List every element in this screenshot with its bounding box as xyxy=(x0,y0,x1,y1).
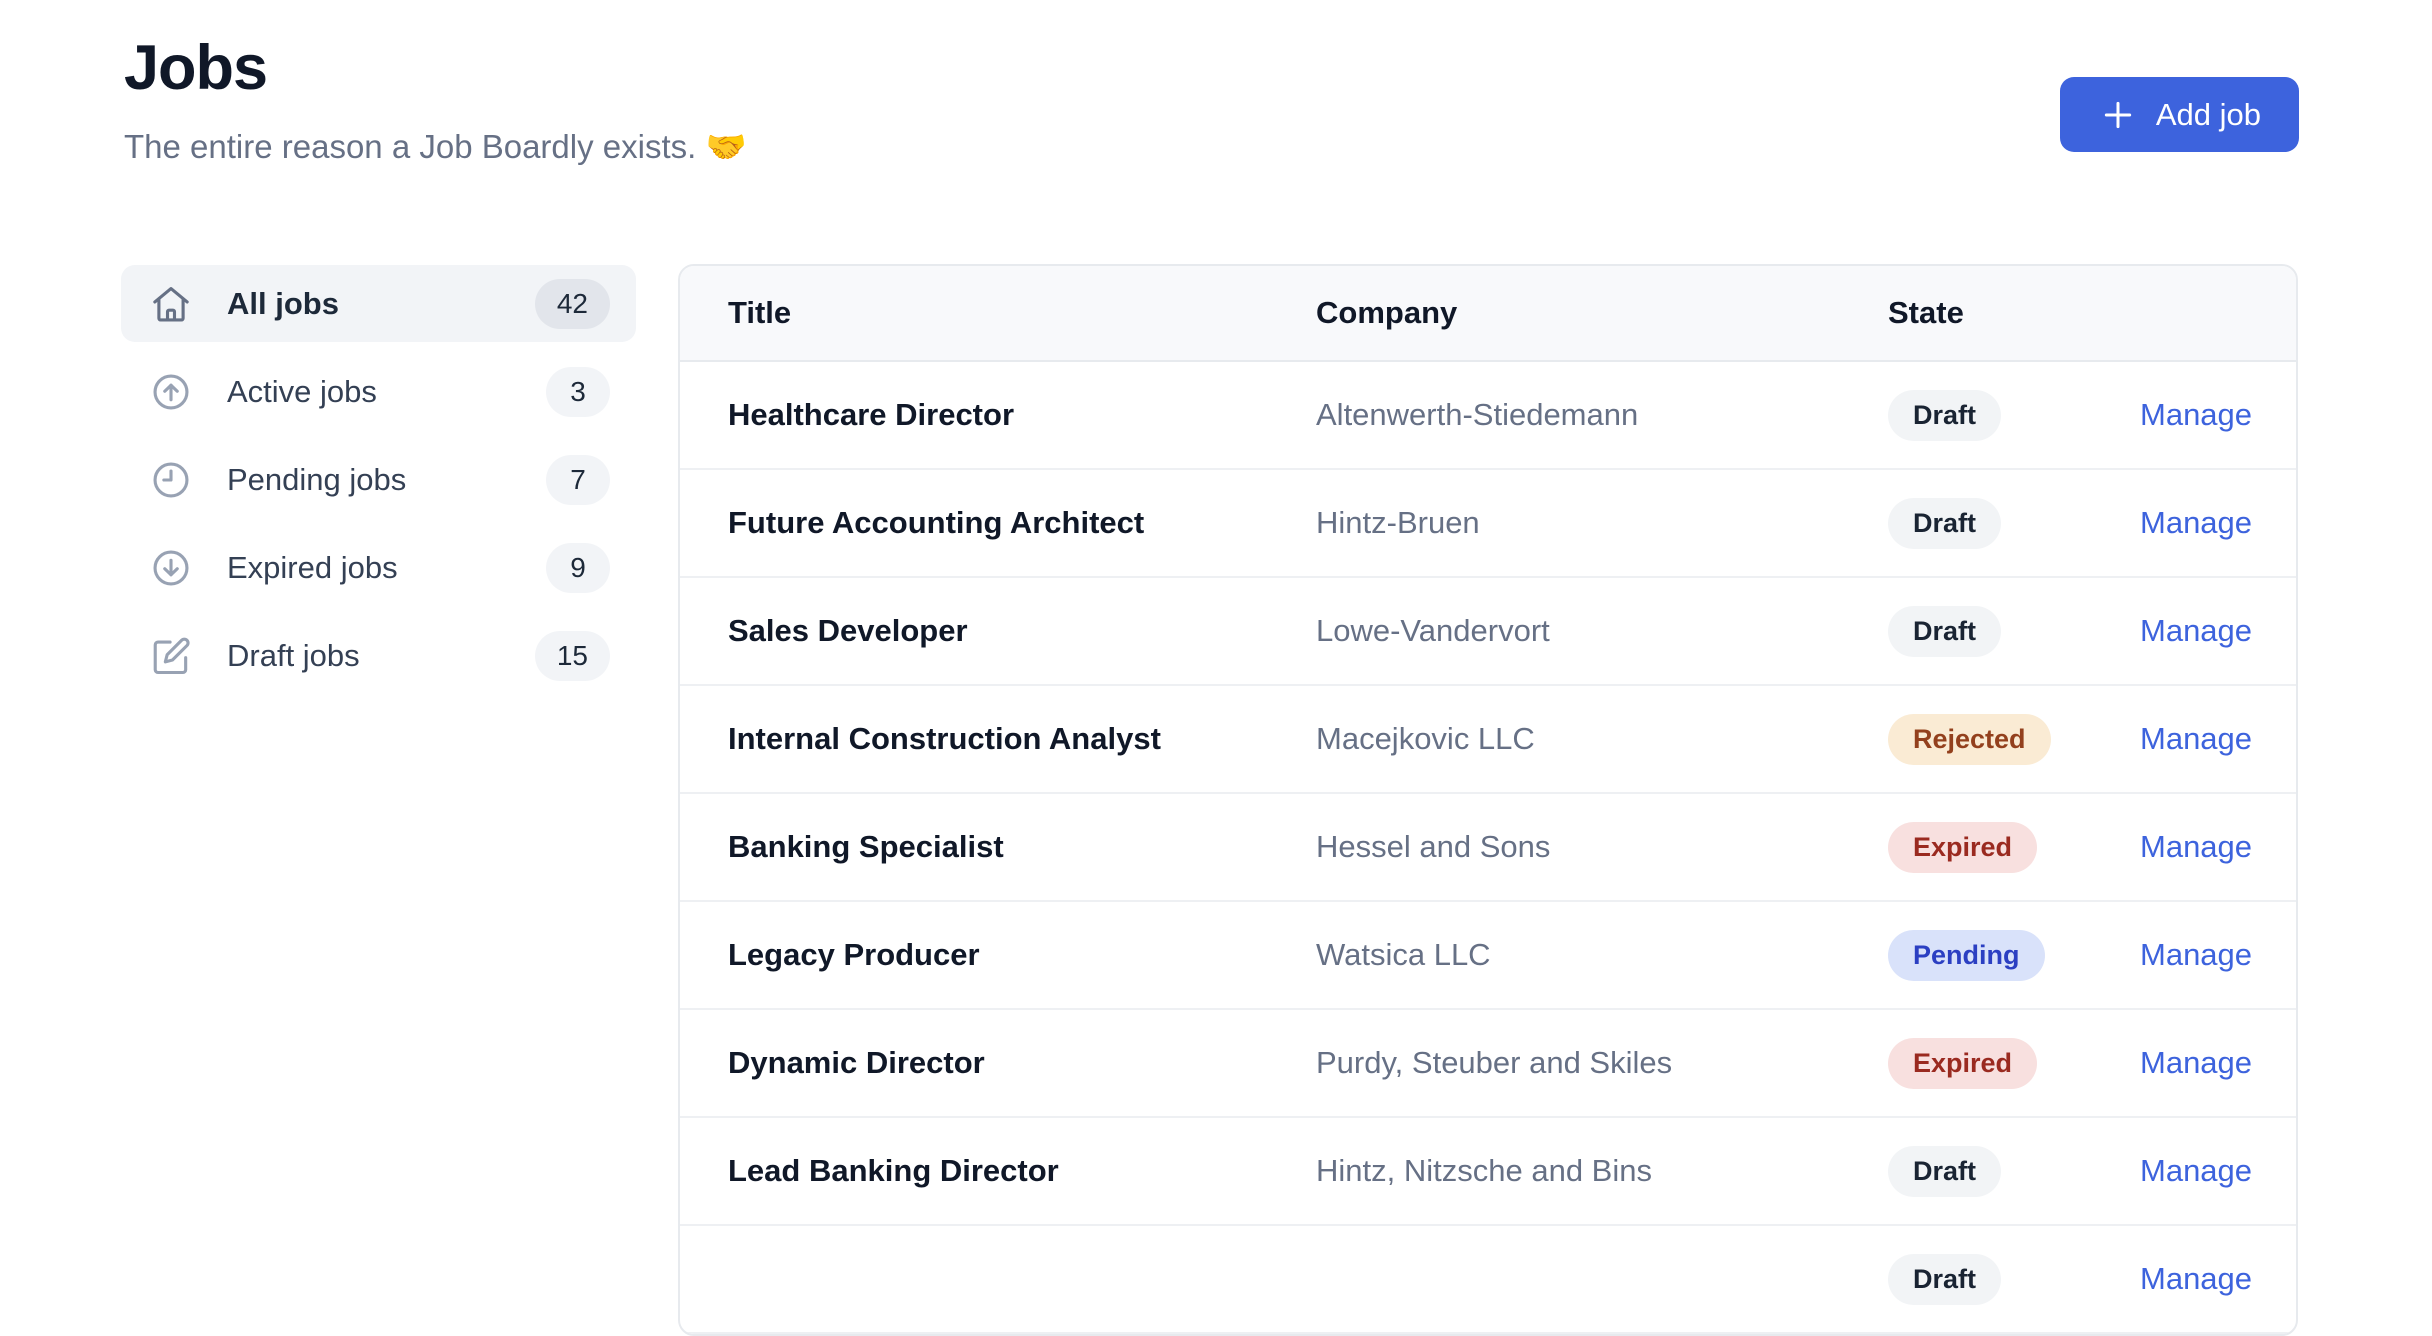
manage-link[interactable]: Manage xyxy=(2140,613,2252,648)
company-name: Hintz-Bruen xyxy=(1316,505,1888,541)
arrow-up-circle-icon xyxy=(147,368,195,416)
table-row: Lead Banking Director Hintz, Nitzsche an… xyxy=(680,1118,2296,1226)
page-header: Jobs The entire reason a Job Boardly exi… xyxy=(124,32,747,167)
manage-link[interactable]: Manage xyxy=(2140,1261,2252,1296)
column-header-company: Company xyxy=(1316,295,1888,331)
sidebar-item-label: Expired jobs xyxy=(227,550,546,586)
sidebar-item-pending-jobs[interactable]: Pending jobs 7 xyxy=(121,441,636,518)
manage-link[interactable]: Manage xyxy=(2140,505,2252,540)
job-title: Healthcare Director xyxy=(728,397,1316,433)
table-header-row: Title Company State xyxy=(680,266,2296,362)
jobs-filter-sidebar: All jobs 42 Active jobs 3 Pending jobs 7… xyxy=(121,265,636,694)
table-row: Future Accounting Architect Hintz-Bruen … xyxy=(680,470,2296,578)
sidebar-item-count-badge: 15 xyxy=(535,631,610,681)
manage-link[interactable]: Manage xyxy=(2140,829,2252,864)
table-row: Banking Specialist Hessel and Sons Expir… xyxy=(680,794,2296,902)
sidebar-item-label: Pending jobs xyxy=(227,462,546,498)
company-name: Watsica LLC xyxy=(1316,937,1888,973)
state-badge: Pending xyxy=(1888,930,2045,981)
job-title: Internal Construction Analyst xyxy=(728,721,1316,757)
state-badge: Expired xyxy=(1888,822,2037,873)
arrow-down-circle-icon xyxy=(147,544,195,592)
state-badge: Draft xyxy=(1888,1254,2001,1305)
job-title: Lead Banking Director xyxy=(728,1153,1316,1189)
sidebar-item-count-badge: 42 xyxy=(535,279,610,329)
sidebar-item-label: Draft jobs xyxy=(227,638,535,674)
table-row: Healthcare Director Altenwerth-Stiedeman… xyxy=(680,362,2296,470)
table-row: Draft Manage xyxy=(680,1226,2296,1334)
manage-link[interactable]: Manage xyxy=(2140,1153,2252,1188)
company-name: Lowe-Vandervort xyxy=(1316,613,1888,649)
sidebar-item-count-badge: 7 xyxy=(546,455,610,505)
state-badge: Draft xyxy=(1888,606,2001,657)
manage-link[interactable]: Manage xyxy=(2140,721,2252,756)
table-body: Healthcare Director Altenwerth-Stiedeman… xyxy=(680,362,2296,1334)
table-row: Legacy Producer Watsica LLC Pending Mana… xyxy=(680,902,2296,1010)
clock-icon xyxy=(147,456,195,504)
state-badge: Draft xyxy=(1888,390,2001,441)
sidebar-item-count-badge: 3 xyxy=(546,367,610,417)
job-title: Sales Developer xyxy=(728,613,1316,649)
page-subtitle: The entire reason a Job Boardly exists. … xyxy=(124,128,747,167)
jobs-table: Title Company State Healthcare Director … xyxy=(678,264,2298,1336)
company-name: Hessel and Sons xyxy=(1316,829,1888,865)
plus-icon xyxy=(2098,95,2138,135)
pencil-square-icon xyxy=(147,632,195,680)
sidebar-item-count-badge: 9 xyxy=(546,543,610,593)
state-badge: Rejected xyxy=(1888,714,2051,765)
state-badge: Draft xyxy=(1888,498,2001,549)
company-name: Purdy, Steuber and Skiles xyxy=(1316,1045,1888,1081)
table-row: Sales Developer Lowe-Vandervort Draft Ma… xyxy=(680,578,2296,686)
sidebar-item-label: All jobs xyxy=(227,286,535,322)
sidebar-item-label: Active jobs xyxy=(227,374,546,410)
sidebar-item-expired-jobs[interactable]: Expired jobs 9 xyxy=(121,529,636,606)
sidebar-item-active-jobs[interactable]: Active jobs 3 xyxy=(121,353,636,430)
table-row: Internal Construction Analyst Macejkovic… xyxy=(680,686,2296,794)
manage-link[interactable]: Manage xyxy=(2140,397,2252,432)
add-job-button-label: Add job xyxy=(2156,97,2261,133)
job-title: Legacy Producer xyxy=(728,937,1316,973)
sidebar-item-draft-jobs[interactable]: Draft jobs 15 xyxy=(121,617,636,694)
column-header-title: Title xyxy=(728,295,1316,331)
manage-link[interactable]: Manage xyxy=(2140,1045,2252,1080)
job-title: Banking Specialist xyxy=(728,829,1316,865)
company-name: Hintz, Nitzsche and Bins xyxy=(1316,1153,1888,1189)
sidebar-item-all-jobs[interactable]: All jobs 42 xyxy=(121,265,636,342)
company-name: Altenwerth-Stiedemann xyxy=(1316,397,1888,433)
column-header-state: State xyxy=(1888,295,2140,331)
table-row: Dynamic Director Purdy, Steuber and Skil… xyxy=(680,1010,2296,1118)
add-job-button[interactable]: Add job xyxy=(2060,77,2299,152)
page-title: Jobs xyxy=(124,32,747,104)
home-icon xyxy=(147,280,195,328)
job-title: Future Accounting Architect xyxy=(728,505,1316,541)
manage-link[interactable]: Manage xyxy=(2140,937,2252,972)
job-title: Dynamic Director xyxy=(728,1045,1316,1081)
state-badge: Expired xyxy=(1888,1038,2037,1089)
company-name: Macejkovic LLC xyxy=(1316,721,1888,757)
state-badge: Draft xyxy=(1888,1146,2001,1197)
